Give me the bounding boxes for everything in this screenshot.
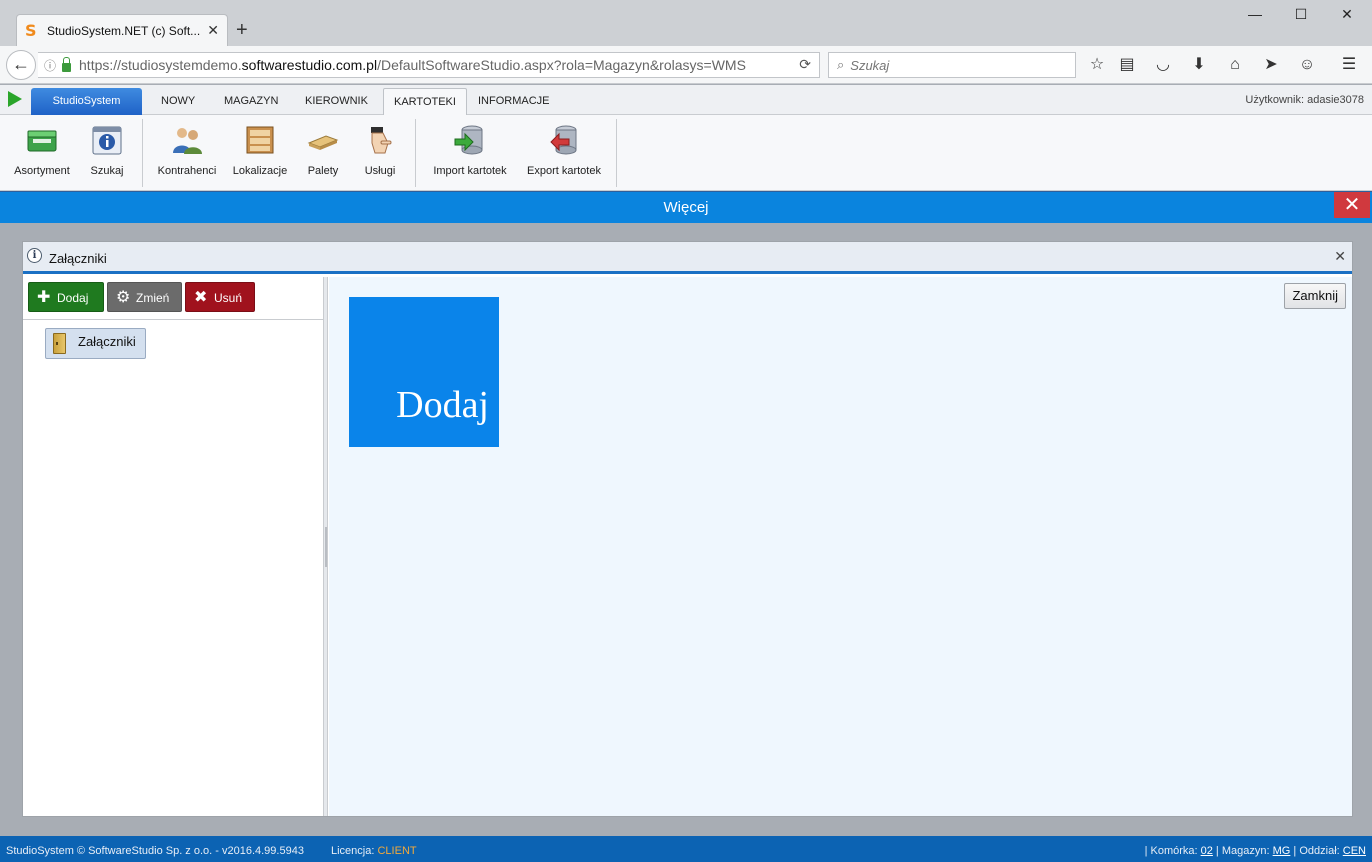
close-button[interactable]: Zamknij (1284, 283, 1346, 309)
ribbon-group-records: Kontrahenci Lokalizacje Palety Usługi (143, 119, 416, 187)
pocket-icon[interactable]: ◡ (1152, 56, 1174, 74)
ribbon-button-uslugi[interactable]: Usługi (357, 123, 403, 177)
ribbon-label: Palety (307, 165, 339, 177)
url-bar[interactable]: ⓘ https://studiosystemdemo.softwarestudi… (38, 52, 820, 78)
browser-navbar: ← ⓘ https://studiosystemdemo.softwarestu… (0, 46, 1372, 84)
add-attachment-tile[interactable]: Dodaj (349, 297, 499, 447)
hamburger-menu-icon[interactable]: ☰ (1338, 56, 1360, 74)
contractors-people-icon (170, 123, 204, 157)
tab-close-icon[interactable]: ✕ (207, 22, 219, 39)
green-box-icon (25, 123, 59, 157)
location-info: | Komórka: 02 | Magazyn: MG | Oddział: C… (1144, 845, 1366, 857)
ribbon-button-kontrahenci[interactable]: Kontrahenci (155, 123, 219, 177)
gear-icon: ⚙ (116, 289, 131, 306)
search-icon: ⌕ (837, 57, 845, 72)
hand-service-icon (363, 123, 397, 157)
ribbon-toolbar: Asortyment Szukaj Kontrahenci Lokalizacj… (0, 115, 1372, 191)
window-close-icon[interactable]: ✕ (1324, 6, 1370, 23)
ribbon-button-lokalizacje[interactable]: Lokalizacje (229, 123, 291, 177)
ribbon-button-szukaj[interactable]: Szukaj (84, 123, 130, 177)
tab-title: StudioSystem.NET (c) Soft... (47, 23, 201, 38)
ribbon-label: Asortyment (14, 165, 70, 177)
home-icon[interactable]: ⌂ (1224, 56, 1246, 74)
dialog-close-icon[interactable]: ✕ (1334, 248, 1346, 265)
new-tab-icon[interactable]: + (236, 20, 248, 40)
browser-tab[interactable]: S StudioSystem.NET (c) Soft... ✕ (16, 14, 228, 46)
ribbon-group-items: Asortyment Szukaj (0, 119, 143, 187)
license-info: Licencja: CLIENT (331, 845, 417, 857)
pane-splitter[interactable] (324, 277, 328, 816)
edit-button[interactable]: ⚙ Zmień (107, 282, 182, 312)
warehouse-link[interactable]: MG (1273, 845, 1291, 857)
cell-link[interactable]: 02 (1201, 845, 1213, 857)
ribbon-label: Kontrahenci (157, 165, 217, 177)
dialog-title: Załączniki (49, 251, 107, 266)
ribbon-group-import-export: Import kartotek Export kartotek (416, 119, 617, 187)
status-bar: StudioSystem © SoftwareStudio Sp. z o.o.… (0, 836, 1372, 862)
ribbon-label: Usługi (364, 165, 396, 177)
download-arrow-icon[interactable]: ⬇ (1188, 56, 1210, 74)
url-text[interactable]: https://studiosystemdemo.softwarestudio.… (79, 57, 746, 73)
more-bar-close-icon[interactable]: ✕ (1334, 192, 1370, 218)
ribbon-label: Szukaj (90, 165, 124, 177)
maximize-icon[interactable]: ☐ (1278, 6, 1324, 23)
menu-tab-informacje[interactable]: INFORMACJE (468, 88, 560, 115)
browser-search-input[interactable] (850, 57, 1051, 73)
smiley-feedback-icon[interactable]: ☺ (1296, 56, 1318, 74)
database-import-icon (453, 123, 487, 157)
plus-icon: ✚ (37, 289, 51, 306)
tree-item-attachments[interactable]: Załączniki (45, 328, 146, 359)
back-arrow-icon[interactable]: ← (6, 50, 36, 80)
copyright-text: StudioSystem © SoftwareStudio Sp. z o.o.… (6, 845, 304, 857)
branch-link[interactable]: CEN (1343, 845, 1366, 857)
more-bar-label: Więcej (663, 199, 709, 216)
ribbon-button-asortyment[interactable]: Asortyment (10, 123, 74, 177)
lock-icon (62, 56, 72, 72)
reload-icon[interactable]: ⟳ (799, 56, 811, 73)
ribbon-button-export[interactable]: Export kartotek (522, 123, 606, 177)
info-icon: i (27, 248, 42, 263)
more-bar[interactable]: Więcej ✕ (0, 191, 1372, 223)
bookmark-star-icon[interactable]: ☆ (1086, 56, 1108, 74)
dialog-right-pane: Dodaj Zamknij (329, 277, 1352, 816)
studiosystem-favicon-icon: S (25, 20, 37, 40)
ribbon-label: Import kartotek (433, 165, 507, 177)
play-icon[interactable] (8, 91, 22, 107)
minimize-icon[interactable]: — (1232, 6, 1278, 22)
menu-tab-kartoteki[interactable]: KARTOTEKI (383, 88, 467, 116)
shelf-icon (243, 123, 277, 157)
ribbon-button-import[interactable]: Import kartotek (428, 123, 512, 177)
menu-tab-kierownik[interactable]: KIEROWNIK (295, 88, 378, 115)
reader-list-icon[interactable]: ▤ (1116, 56, 1138, 74)
user-label: Użytkownik: adasie3078 (1245, 94, 1364, 106)
dialog-header: i Załączniki ✕ (23, 242, 1352, 274)
send-icon[interactable]: ➤ (1260, 56, 1282, 74)
pallet-icon (306, 123, 340, 157)
license-value: CLIENT (377, 845, 417, 857)
menu-tab-magazyn[interactable]: MAGAZYN (214, 88, 288, 115)
ribbon-button-palety[interactable]: Palety (303, 123, 343, 177)
door-icon (53, 333, 66, 354)
attachments-dialog: i Załączniki ✕ ✚ Dodaj ⚙ Zmień ✖ Usuń Za… (22, 241, 1353, 817)
ribbon-label: Lokalizacje (232, 165, 288, 177)
browser-titlebar: S StudioSystem.NET (c) Soft... ✕ + — ☐ ✕ (0, 0, 1372, 46)
delete-button[interactable]: ✖ Usuń (185, 282, 255, 312)
menu-tab-nowy[interactable]: NOWY (151, 88, 205, 115)
browser-search-bar[interactable]: ⌕ (828, 52, 1076, 78)
close-x-icon: ✖ (194, 289, 208, 306)
add-button[interactable]: ✚ Dodaj (28, 282, 104, 312)
menu-tab-studiosystem[interactable]: StudioSystem (31, 88, 142, 115)
database-export-icon (547, 123, 581, 157)
ribbon-label: Export kartotek (527, 165, 601, 177)
dialog-left-pane: ✚ Dodaj ⚙ Zmień ✖ Usuń Załączniki (23, 277, 324, 816)
left-pane-toolbar: ✚ Dodaj ⚙ Zmień ✖ Usuń (23, 277, 323, 320)
info-calendar-icon (90, 123, 124, 157)
site-info-icon[interactable]: ⓘ (44, 57, 56, 74)
app-menu: StudioSystem NOWY MAGAZYN KIEROWNIK KART… (0, 85, 1372, 116)
